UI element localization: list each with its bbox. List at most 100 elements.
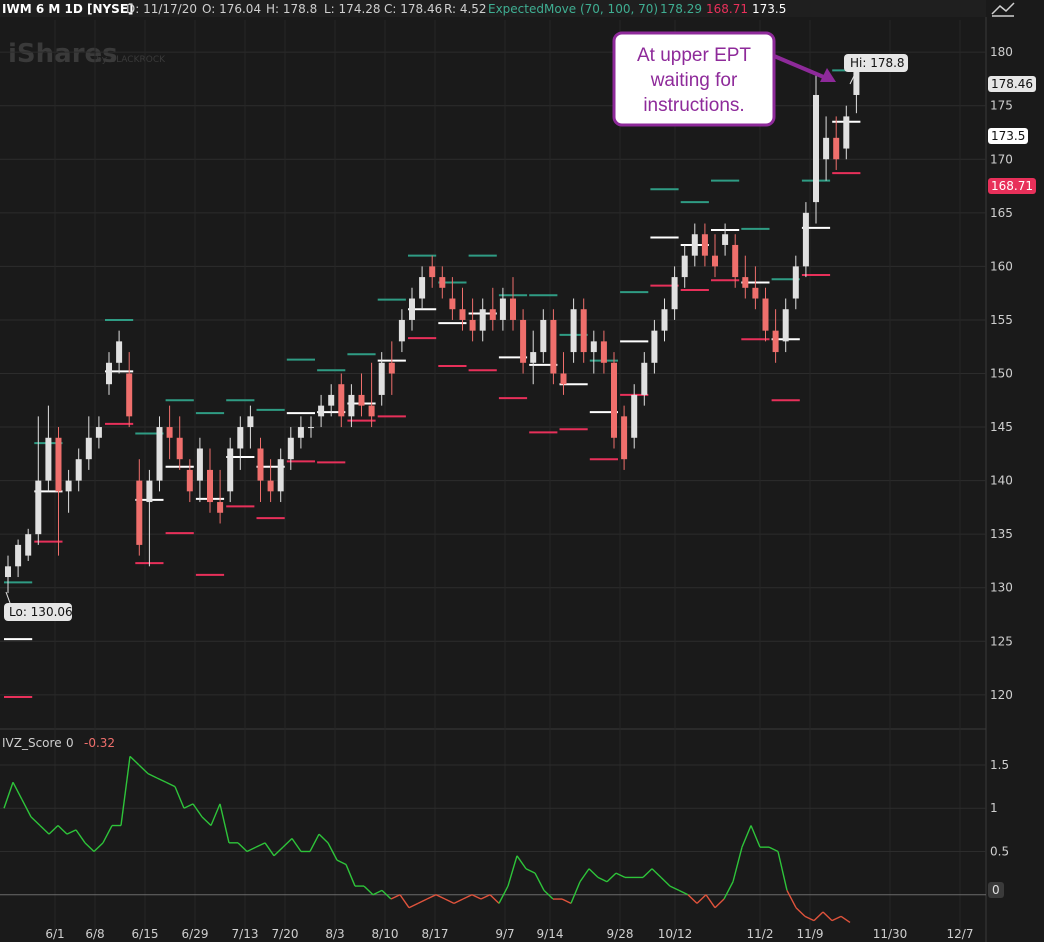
candle-body (106, 362, 112, 385)
candle-body (782, 309, 789, 342)
ivz-segment (345, 864, 356, 887)
time-tick-label: 12/7 (947, 927, 974, 941)
close-label: C: 178.46 (384, 2, 442, 16)
study-value-upper: 178.29 (660, 2, 702, 16)
price-tick-label: 150 (990, 367, 1013, 381)
candle-body (257, 448, 264, 481)
candle-body (277, 459, 284, 492)
ivz-segment (48, 825, 59, 835)
candle-body (722, 234, 729, 245)
candle-body (802, 212, 809, 267)
ivz-segment (174, 786, 185, 809)
ivz-segment (453, 898, 464, 905)
candle-body (328, 394, 335, 406)
svg-text:Hi: 178.8: Hi: 178.8 (850, 56, 905, 70)
candle-body (499, 298, 506, 320)
candle-body (641, 362, 648, 395)
candle-body (247, 416, 254, 428)
ivz-segment (516, 855, 527, 870)
symbol-label[interactable]: IWM 6 M 1D [NYSE] (2, 2, 134, 16)
ivz-segment (255, 842, 266, 848)
chart-canvas: IWM 6 M 1D [NYSE] D: 11/17/20 O: 176.04 … (0, 0, 1036, 942)
candle-body (631, 394, 638, 438)
high-label: H: 178.8 (266, 2, 317, 16)
ivz-segment (408, 902, 419, 909)
candle-body (297, 427, 304, 438)
ivz-segment (462, 894, 473, 900)
candle-body (843, 116, 850, 149)
candle-body (429, 266, 436, 278)
ivz-tick-label: 1 (990, 801, 998, 815)
ivz-segment (435, 894, 446, 900)
candle-body (398, 319, 405, 342)
candle-body (823, 137, 830, 160)
candle-body (742, 277, 749, 288)
study-value-lower: 168.71 (706, 2, 748, 16)
candle-body (792, 266, 799, 299)
candle-body (691, 234, 698, 256)
ivz-segment (66, 829, 77, 835)
candle-body (156, 427, 163, 481)
price-tick-label: 175 (990, 99, 1013, 113)
time-tick-label: 6/29 (182, 927, 209, 941)
candle-body (378, 362, 385, 395)
ivz-segment (156, 777, 167, 783)
ivz-segment (642, 868, 653, 878)
candle-body (207, 469, 213, 503)
ivz-segment (237, 842, 248, 852)
ivz-segment (588, 868, 599, 878)
ivz-segment (264, 842, 275, 857)
ivz-segment (570, 881, 581, 904)
ivz-segment (399, 894, 410, 909)
candle-body (35, 480, 42, 535)
candle-body (358, 394, 365, 406)
ivz-segment (120, 756, 131, 826)
candle-body (65, 480, 72, 492)
candle-body (560, 373, 567, 385)
candle-body (348, 394, 355, 417)
candle-body (651, 330, 658, 363)
price-tick-label: 120 (990, 688, 1013, 702)
candle-body (186, 469, 193, 492)
ivz-segment (471, 894, 482, 900)
ivz-segment (831, 915, 842, 922)
candle-body (752, 287, 759, 299)
ivz-segment (336, 859, 347, 866)
candle-body (671, 277, 678, 310)
time-tick-label: 8/3 (325, 927, 344, 941)
candle-body (712, 255, 718, 267)
price-tick-label: 155 (990, 313, 1013, 327)
svg-text:Lo: 130.06: Lo: 130.06 (9, 605, 73, 619)
study-label[interactable]: ExpectedMove (70, 100, 70) (488, 2, 658, 16)
ivz-segment (750, 825, 761, 848)
ivz-segment (723, 881, 734, 900)
candle-body (701, 234, 708, 256)
ivz-segment (777, 851, 788, 891)
ivz-segment (210, 803, 221, 826)
low-marker: Lo: 130.06 (4, 591, 73, 621)
candle-body (459, 309, 466, 320)
ivz-segment (417, 898, 428, 905)
ivz-segment (84, 842, 95, 852)
ivz-label[interactable]: IVZ_Score (2, 736, 62, 750)
ivz-segment (786, 890, 797, 909)
chart-style-icon[interactable] (991, 2, 1015, 17)
candle-body (338, 384, 345, 417)
candle-body (732, 244, 739, 278)
price-tick-label: 130 (990, 581, 1013, 595)
candle-body (550, 319, 557, 374)
candle-body (116, 341, 123, 363)
ivz-segment (39, 825, 50, 835)
ivz-segment (102, 825, 113, 844)
candle-body (136, 480, 143, 545)
time-tick-label: 10/12 (658, 927, 693, 941)
svg-text:168.71: 168.71 (991, 179, 1033, 193)
candle-body (813, 94, 819, 203)
candle-body (55, 437, 62, 492)
candle-body (570, 309, 577, 353)
date-label: D: 11/17/20 (126, 2, 197, 16)
ivz-segment (534, 872, 545, 891)
ivz-segment (696, 894, 707, 904)
annotation-line-1: At upper EPT (637, 45, 751, 66)
ivz-segment (687, 894, 698, 904)
